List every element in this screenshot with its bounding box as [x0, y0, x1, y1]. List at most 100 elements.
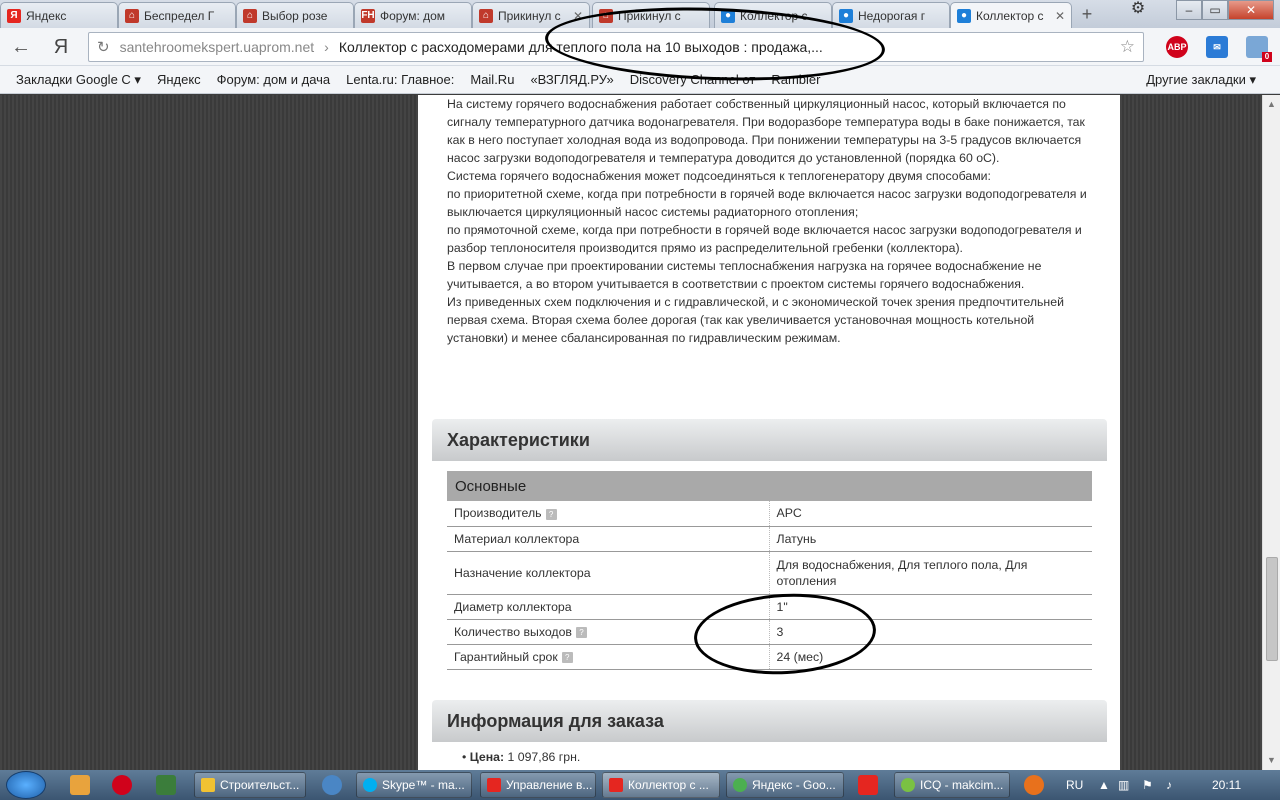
spec-key-label: Количество выходов [454, 624, 572, 639]
close-icon[interactable]: ✕ [1055, 9, 1065, 23]
task-label: Skype™ - ma... [382, 778, 465, 792]
taskbar-item[interactable]: Строительст... [194, 772, 306, 798]
price-label: Цена: [469, 750, 505, 764]
specs-heading: Характеристики [432, 419, 1107, 461]
taskbar-item[interactable]: ICQ - makcim... [894, 772, 1010, 798]
bookmark-lenta[interactable]: Lenta.ru: Главное: [346, 72, 454, 87]
gear-icon[interactable]: ⚙ [1126, 0, 1150, 20]
tab-title: Беспредел Г [144, 8, 215, 23]
new-tab-button[interactable]: + [1076, 4, 1098, 24]
tab-vybor[interactable]: ⌂ Выбор розе [236, 2, 354, 28]
taskbar-item[interactable]: Яндекс - Goo... [726, 772, 844, 798]
page-scrollbar[interactable]: ▲ ▼ [1262, 95, 1280, 770]
article-paragraph: Из приведенных схем подключения и с гидр… [447, 295, 1064, 345]
yandex-icon: Я [7, 8, 21, 23]
firefox-icon[interactable] [1024, 775, 1044, 795]
bookmark-forum[interactable]: Форум: дом и дача [217, 72, 330, 87]
bookmark-mailru[interactable]: Mail.Ru [470, 72, 514, 87]
spec-key-label: Гарантийный срок [454, 649, 558, 664]
tray-expand-icon[interactable]: ▲ [1098, 770, 1110, 800]
taskbar-item[interactable]: Коллектор с ... [602, 772, 720, 798]
tab-yandex[interactable]: Я Яндекс [0, 2, 118, 28]
network-icon[interactable]: ▥ [1118, 770, 1129, 800]
email-client-icon[interactable] [322, 775, 342, 795]
spec-value: Латунь [769, 526, 1092, 552]
opera-icon[interactable] [112, 775, 132, 795]
help-icon[interactable]: ? [545, 508, 557, 520]
article-paragraph: Система горячего водоснабжения может под… [447, 169, 991, 183]
yandex-icon[interactable] [858, 775, 878, 795]
media-player-icon[interactable] [70, 775, 90, 795]
yandex-browser-icon [609, 778, 623, 792]
tab-title: Форум: дом [380, 8, 446, 23]
task-label: Строительст... [220, 778, 300, 792]
bookmark-yandex[interactable]: Яндекс [157, 72, 201, 87]
tab-title: Прикинул с [498, 8, 561, 23]
flag-icon[interactable]: ⚑ [1142, 770, 1153, 800]
tab-kollektor-active[interactable]: ● Коллектор с ✕ [950, 2, 1072, 28]
spec-value: APC [769, 501, 1092, 527]
table-row: Производитель? APC [447, 501, 1092, 527]
weather-icon[interactable]: 0 [1246, 36, 1272, 62]
article-paragraph: по приоритетной схеме, когда при потребн… [447, 187, 1087, 219]
taskbar-item[interactable]: Skype™ - ma... [356, 772, 472, 798]
scroll-thumb[interactable] [1266, 557, 1278, 661]
tab-title: Выбор розе [262, 8, 328, 23]
clock[interactable]: 20:11 [1212, 770, 1241, 800]
help-icon[interactable]: ? [561, 651, 573, 663]
task-label: ICQ - makcim... [920, 778, 1004, 792]
language-indicator[interactable]: RU [1066, 770, 1083, 800]
tab-title: Недорогая г [858, 8, 926, 23]
spec-value: Для водоснабжения, Для теплого пола, Для… [769, 551, 1092, 595]
minimize-button[interactable]: – [1176, 0, 1202, 20]
tab-title: Яндекс [26, 8, 67, 23]
folder-icon [201, 778, 215, 792]
start-button[interactable] [6, 771, 46, 799]
bookmark-star-icon[interactable]: ☆ [1120, 37, 1135, 57]
back-button[interactable]: ← [8, 34, 34, 60]
windows-taskbar: Строительст... Skype™ - ma... Управление… [0, 770, 1280, 800]
calculator-icon[interactable] [156, 775, 176, 795]
table-row: Материал коллектора Латунь [447, 526, 1092, 552]
bookmark-google[interactable]: Закладки Google С ▾ [16, 72, 141, 88]
other-bookmarks[interactable]: Другие закладки ▾ [1146, 72, 1256, 88]
tab-nedorogaya[interactable]: ● Недорогая г [832, 2, 950, 28]
article-paragraph: В первом случае при проектировании систе… [447, 259, 1042, 291]
order-heading: Информация для заказа [432, 700, 1107, 742]
price-line: • Цена: 1 097,86 грн. [462, 750, 581, 764]
reload-icon[interactable]: ↻ [97, 38, 110, 56]
house-icon: ⌂ [125, 8, 139, 23]
drop-icon: ● [839, 8, 853, 23]
spec-key: Материал коллектора [447, 526, 770, 552]
url-host: santehroomekspert.uaprom.net [119, 39, 315, 55]
yandex-button[interactable]: Я [48, 34, 74, 60]
tab-title: Коллектор с [976, 8, 1044, 23]
spec-key-label: Производитель [454, 506, 542, 521]
icq-icon [901, 778, 915, 792]
mail-badge: 0 [1262, 52, 1272, 62]
volume-icon[interactable]: ♪ [1166, 770, 1172, 800]
skype-icon [363, 778, 377, 792]
price-value: 1 097,86 грн. [507, 750, 581, 764]
table-row: Назначение коллектора Для водоснабжения,… [447, 551, 1092, 595]
scroll-down-arrow[interactable]: ▼ [1267, 755, 1276, 765]
article-paragraph: На систему горячего водоснабжения работа… [447, 97, 1085, 165]
bookmark-vzglyad[interactable]: «ВЗГЛЯД.РУ» [530, 72, 613, 87]
house-icon: ⌂ [479, 8, 493, 23]
yandex-browser-icon [487, 778, 501, 792]
task-label: Яндекс - Goo... [752, 778, 836, 792]
tab-bespredel[interactable]: ⌂ Беспредел Г [118, 2, 236, 28]
adblock-icon[interactable]: ABP [1166, 36, 1188, 58]
help-icon[interactable]: ? [575, 626, 587, 638]
maximize-button[interactable]: ▭ [1202, 0, 1228, 20]
chrome-icon [733, 778, 747, 792]
url-separator: › [324, 39, 329, 55]
article-paragraph: по прямоточной схеме, когда при потребно… [447, 223, 1082, 255]
article-text: На систему горячего водоснабжения работа… [447, 95, 1097, 347]
taskbar-item[interactable]: Управление в... [480, 772, 596, 798]
close-window-button[interactable]: ✕ [1228, 0, 1274, 20]
mail-icon[interactable]: ✉ [1206, 36, 1228, 58]
specs-group-title: Основные [447, 471, 1092, 501]
scroll-up-arrow[interactable]: ▲ [1267, 99, 1276, 109]
tab-forum[interactable]: FH Форум: дом [354, 2, 472, 28]
